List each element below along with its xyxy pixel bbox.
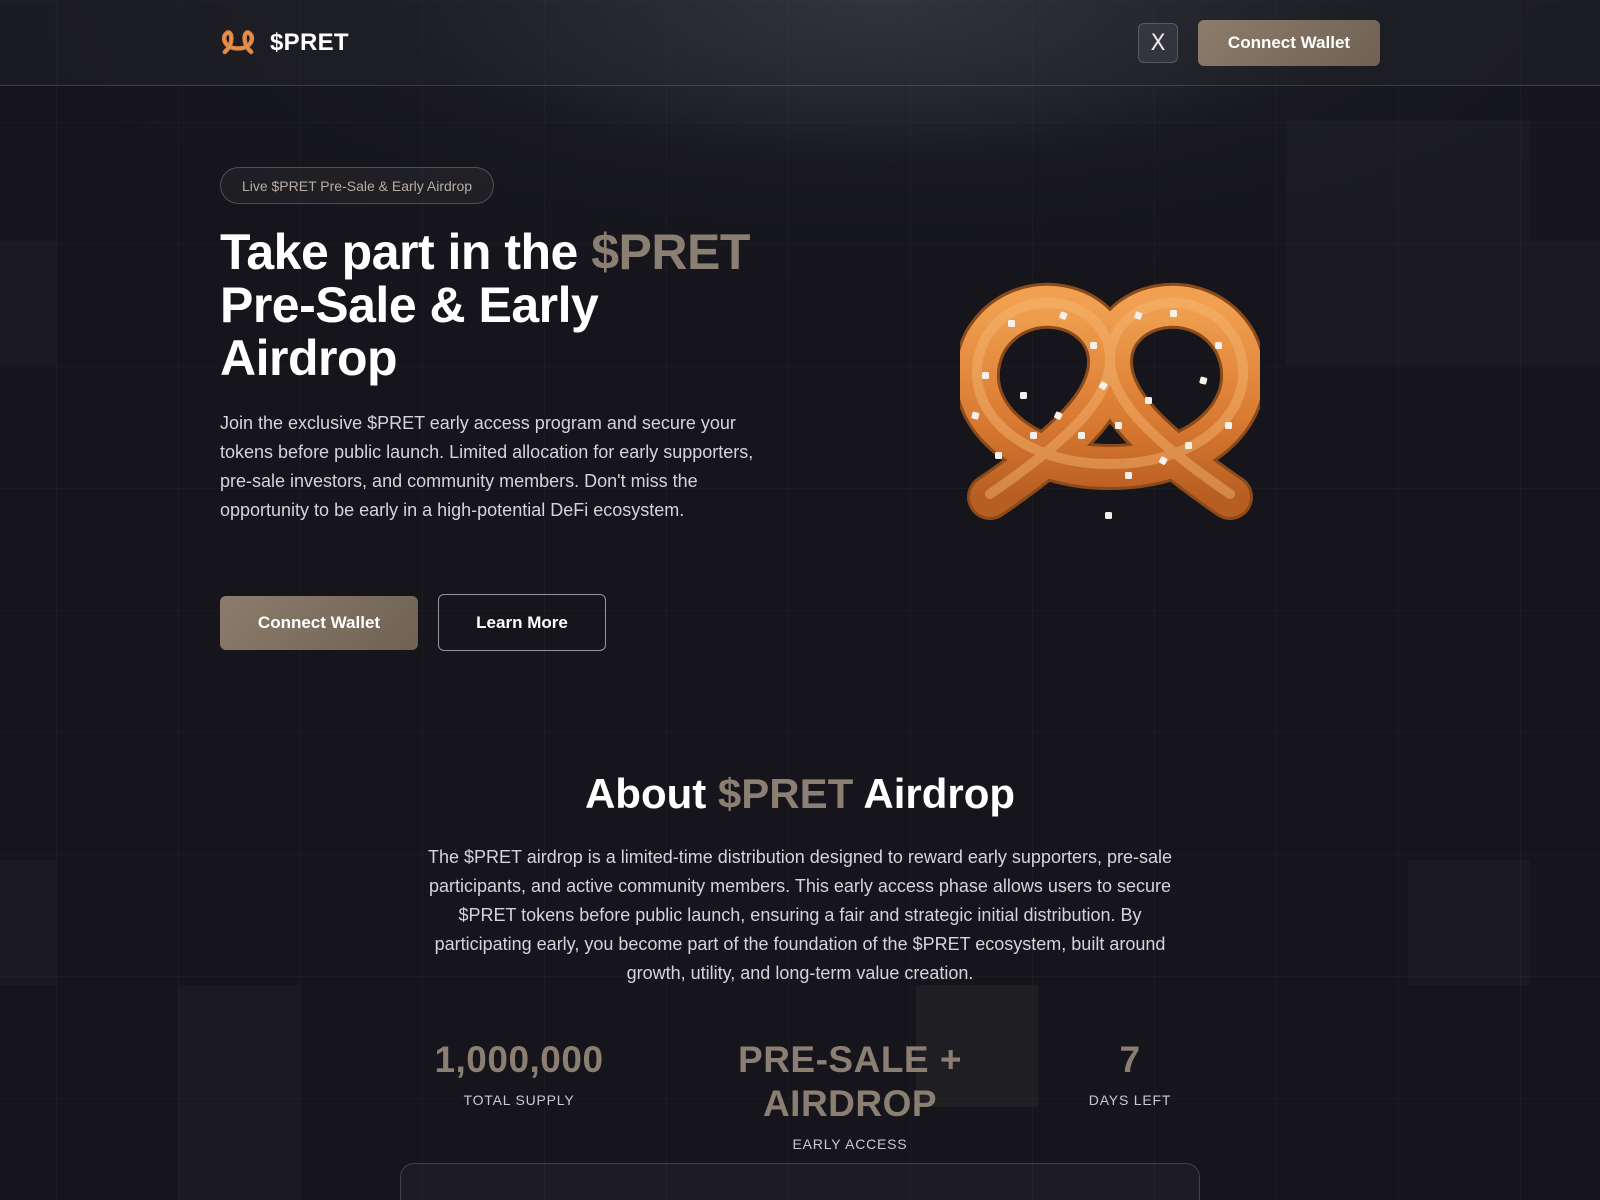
stat-label: TOTAL SUPPLY — [463, 1092, 575, 1108]
about-title-part2: Airdrop — [853, 770, 1016, 817]
bottom-card — [400, 1163, 1200, 1200]
hero-description: Join the exclusive $PRET early access pr… — [220, 413, 754, 520]
stat-label: DAYS LEFT — [1088, 1092, 1172, 1108]
hero-title: Take part in the $PRET Pre-Sale & Early A… — [220, 226, 780, 385]
logo-text: $PRET — [270, 29, 349, 56]
background-tile — [0, 240, 56, 365]
about-title: About $PRET Airdrop — [0, 770, 1600, 818]
hero-title-part2: Pre-Sale & Early Airdrop — [220, 277, 599, 386]
background-tile — [1286, 120, 1530, 365]
logo[interactable]: $PRET — [220, 26, 349, 60]
hero-title-part1: Take part in the — [220, 224, 592, 280]
x-icon: X — [1150, 30, 1166, 56]
background-tile — [1408, 860, 1530, 985]
background-tile — [1530, 240, 1600, 365]
hero-title-accent: $PRET — [591, 224, 750, 280]
stat-label: EARLY ACCESS — [792, 1136, 908, 1152]
background-tile — [178, 985, 300, 1200]
stat-days-left: 7 DAYS LEFT — [1080, 1038, 1180, 1108]
stat-total-supply: 1,000,000 TOTAL SUPPLY — [419, 1038, 619, 1108]
x-social-button[interactable]: X — [1138, 23, 1178, 63]
stat-value: PRE-SALE + AIRDROP — [738, 1039, 962, 1124]
about-description: The $PRET airdrop is a limited-time dist… — [427, 847, 1172, 983]
header-connect-wallet-button[interactable]: Connect Wallet — [1198, 20, 1380, 66]
site-header: $PRET X Connect Wallet — [0, 0, 1600, 86]
hero-connect-wallet-button[interactable]: Connect Wallet — [220, 596, 418, 650]
stat-early-access: PRE-SALE + AIRDROP EARLY ACCESS — [662, 1038, 1038, 1152]
about-title-accent: $PRET — [717, 770, 854, 817]
pretzel-image — [960, 282, 1260, 520]
learn-more-button[interactable]: Learn More — [438, 594, 606, 651]
presale-badge: Live $PRET Pre-Sale & Early Airdrop — [220, 167, 494, 204]
pretzel-icon — [221, 30, 255, 55]
stat-value: 7 — [1119, 1039, 1141, 1080]
background-tile — [0, 860, 56, 985]
stat-value: 1,000,000 — [434, 1039, 604, 1080]
about-title-part1: About — [584, 770, 718, 817]
